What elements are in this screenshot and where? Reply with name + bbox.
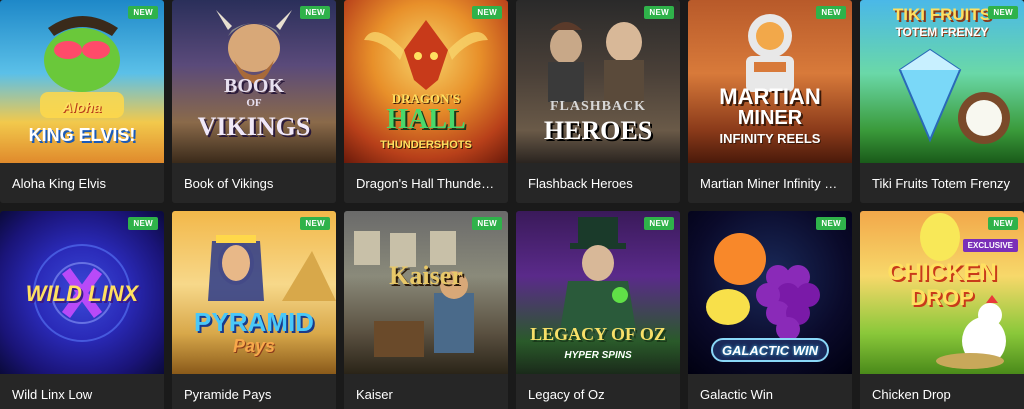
logo-line2: TOTEM FRENZY bbox=[895, 25, 989, 39]
logo-line3: INFINITY REELS bbox=[719, 131, 821, 146]
game-card-kaiser[interactable]: NEW Kaiser Kaiser bbox=[344, 211, 508, 409]
new-badge: NEW bbox=[816, 217, 846, 230]
game-card-chicken-drop[interactable]: NEW EXCLUSIVE CHICKEN DROP Chicken Drop bbox=[860, 211, 1024, 409]
new-badge: NEW bbox=[988, 217, 1018, 230]
game-card-wild-linx-low[interactable]: NEW WILD LINX Wild Linx Low bbox=[0, 211, 164, 409]
soldiers-art bbox=[354, 231, 474, 357]
logo-line2: OF bbox=[246, 97, 262, 109]
game-thumbnail[interactable]: NEW BOOK OF VIKINGS bbox=[172, 0, 336, 163]
game-card-tiki-fruits[interactable]: NEW TIKI FRUITS TOTEM FRENZY Tiki Fruits… bbox=[860, 0, 1024, 203]
game-card-martian-miner[interactable]: NEW MARTIAN MINER INFINITY REELS Martian… bbox=[688, 0, 852, 203]
game-thumbnail[interactable]: NEW MARTIAN MINER INFINITY REELS bbox=[688, 0, 852, 163]
new-badge: NEW bbox=[988, 6, 1018, 19]
game-title[interactable]: Pyramide Pays bbox=[172, 374, 336, 409]
logo-line1: Aloha bbox=[62, 99, 102, 115]
game-title[interactable]: Flashback Heroes bbox=[516, 163, 680, 203]
new-badge: NEW bbox=[644, 6, 674, 19]
game-card-aloha-king-elvis[interactable]: NEW Aloha KING ELVIS! Aloha King Elvis bbox=[0, 0, 164, 203]
game-title[interactable]: Dragon's Hall Thundersh... bbox=[344, 163, 508, 203]
logo-line1: WILD LINX bbox=[25, 281, 139, 306]
game-title[interactable]: Martian Miner Infinity R... bbox=[688, 163, 852, 203]
game-thumbnail[interactable]: NEW Kaiser bbox=[344, 211, 508, 374]
game-title[interactable]: Galactic Win bbox=[688, 374, 852, 409]
game-card-dragons-hall[interactable]: NEW DRAGON'S HALL THUNDERSHOTS Dragon's … bbox=[344, 0, 508, 203]
logo-line2: Pays bbox=[232, 336, 276, 356]
game-card-book-of-vikings[interactable]: NEW BOOK OF VIKINGS Book of Vikings bbox=[172, 0, 336, 203]
new-badge: NEW bbox=[472, 217, 502, 230]
game-thumbnail[interactable]: NEW EXCLUSIVE CHICKEN DROP bbox=[860, 211, 1024, 374]
logo-line2: HEROES bbox=[543, 116, 653, 145]
logo-line1: LEGACY OF OZ bbox=[530, 324, 666, 344]
game-title[interactable]: Legacy of Oz bbox=[516, 374, 680, 409]
new-badge: NEW bbox=[128, 6, 158, 19]
game-thumbnail[interactable]: NEW Aloha KING ELVIS! bbox=[0, 0, 164, 163]
logo-line2: HALL bbox=[386, 104, 466, 135]
game-title[interactable]: Tiki Fruits Totem Frenzy bbox=[860, 163, 1024, 203]
game-thumbnail[interactable]: NEW DRAGON'S HALL THUNDERSHOTS bbox=[344, 0, 508, 163]
new-badge: NEW bbox=[300, 217, 330, 230]
exclusive-badge: EXCLUSIVE bbox=[962, 239, 1018, 252]
game-card-pyramide-pays[interactable]: NEW PYRAMID Pays Pyramide Pays bbox=[172, 211, 336, 409]
game-title[interactable]: Aloha King Elvis bbox=[0, 163, 164, 203]
logo-line1: Kaiser bbox=[389, 261, 463, 290]
game-thumbnail[interactable]: NEW LEGACY OF OZ HYPER SPINS bbox=[516, 211, 680, 374]
game-thumbnail[interactable]: NEW WILD LINX bbox=[0, 211, 164, 374]
game-title[interactable]: Book of Vikings bbox=[172, 163, 336, 203]
logo-line3: VIKINGS bbox=[197, 112, 311, 141]
logo-line2: HYPER SPINS bbox=[564, 350, 632, 361]
game-grid: NEW Aloha KING ELVIS! Aloha King Elvis N… bbox=[0, 0, 1024, 409]
new-badge: NEW bbox=[300, 6, 330, 19]
new-badge: NEW bbox=[816, 6, 846, 19]
logo-line2: KING ELVIS! bbox=[28, 125, 136, 145]
logo-line1: BOOK bbox=[223, 75, 284, 97]
logo-line1: FLASHBACK bbox=[549, 99, 647, 114]
logo-line2: MINER bbox=[737, 107, 803, 129]
logo-line2: DROP bbox=[910, 285, 974, 310]
new-badge: NEW bbox=[644, 217, 674, 230]
game-title[interactable]: Kaiser bbox=[344, 374, 508, 409]
game-thumbnail[interactable]: NEW TIKI FRUITS TOTEM FRENZY bbox=[860, 0, 1024, 163]
logo-line3: THUNDERSHOTS bbox=[380, 139, 472, 151]
new-badge: NEW bbox=[128, 217, 158, 230]
new-badge: NEW bbox=[472, 6, 502, 19]
logo-line1: CHICKEN bbox=[887, 259, 997, 286]
game-title[interactable]: Wild Linx Low bbox=[0, 374, 164, 409]
logo-line1: MARTIAN bbox=[719, 84, 821, 109]
game-thumbnail[interactable]: NEW FLASHBACK HEROES bbox=[516, 0, 680, 163]
logo-line1: PYRAMID bbox=[194, 307, 314, 337]
game-card-galactic-win[interactable]: NEW GALACTIC WIN Galactic Win bbox=[688, 211, 852, 409]
game-title[interactable]: Chicken Drop bbox=[860, 374, 1024, 409]
game-thumbnail[interactable]: NEW GALACTIC WIN bbox=[688, 211, 852, 374]
game-card-flashback-heroes[interactable]: NEW FLASHBACK HEROES Flashback Heroes bbox=[516, 0, 680, 203]
game-card-legacy-of-oz[interactable]: NEW LEGACY OF OZ HYPER SPINS Legacy of O… bbox=[516, 211, 680, 409]
game-thumbnail[interactable]: NEW PYRAMID Pays bbox=[172, 211, 336, 374]
logo-line1: GALACTIC WIN bbox=[721, 343, 819, 358]
